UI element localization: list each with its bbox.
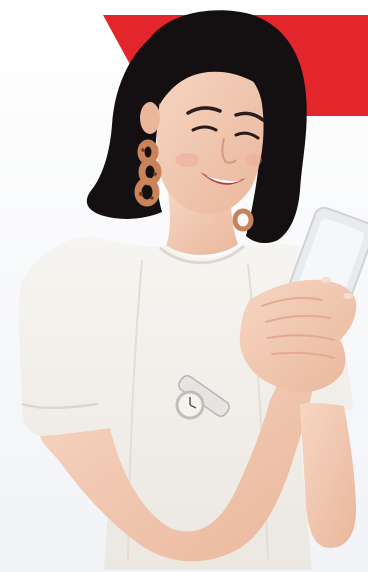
promo-photo	[0, 0, 368, 572]
ear	[140, 102, 160, 134]
photo-illustration	[0, 0, 368, 572]
cheek-left	[175, 153, 199, 167]
cheek-right	[246, 154, 262, 166]
